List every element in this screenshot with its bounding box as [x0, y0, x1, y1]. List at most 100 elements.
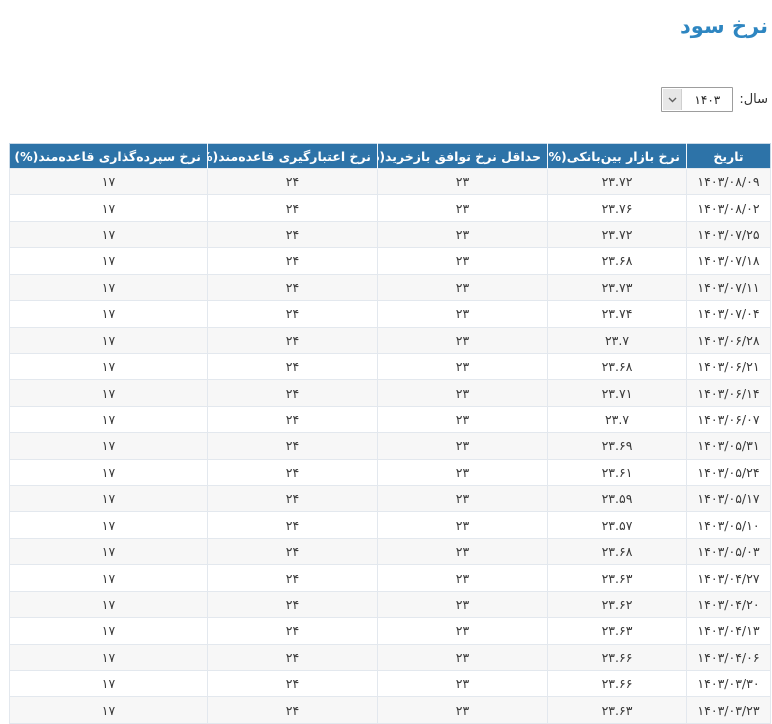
table-cell: ۲۴: [208, 195, 378, 221]
table-cell: ۱۴۰۳/۰۵/۲۴: [687, 459, 771, 485]
table-cell: ۲۳: [378, 433, 548, 459]
table-cell: ۲۳: [378, 274, 548, 300]
table-cell: ۲۴: [208, 671, 378, 697]
table-cell: ۱۴۰۳/۰۸/۰۲: [687, 195, 771, 221]
year-select-value: ۱۴۰۳: [694, 93, 720, 107]
table-row: ۱۴۰۳/۰۸/۰۲۲۳.۷۶۲۳۲۴۱۷: [10, 195, 771, 221]
table-cell: ۲۳: [378, 671, 548, 697]
table-cell: ۲۴: [208, 565, 378, 591]
table-row: ۱۴۰۳/۰۴/۱۳۲۳.۶۳۲۳۲۴۱۷: [10, 618, 771, 644]
table-row: ۱۴۰۳/۰۷/۰۴۲۳.۷۴۲۳۲۴۱۷: [10, 301, 771, 327]
table-cell: ۲۳: [378, 538, 548, 564]
table-cell: ۲۳.۶۶: [548, 671, 687, 697]
table-cell: ۲۳.۷۲: [548, 221, 687, 247]
table-row: ۱۴۰۳/۰۶/۰۷۲۳.۷۲۳۲۴۱۷: [10, 406, 771, 432]
table-cell: ۲۳: [378, 327, 548, 353]
page: { "header": { "title": "نرخ سود" }, "con…: [0, 0, 772, 723]
table-cell: ۱۷: [10, 591, 208, 617]
table-header: تاریخ نرخ بازار بین‌بانکی(%) حداقل نرخ ت…: [10, 144, 771, 169]
table-cell: ۲۳.۶۸: [548, 538, 687, 564]
table-cell: ۲۴: [208, 301, 378, 327]
table-cell: ۲۳: [378, 459, 548, 485]
table-cell: ۱۴۰۳/۰۵/۳۱: [687, 433, 771, 459]
table-cell: ۲۳: [378, 565, 548, 591]
table-cell: ۱۴۰۳/۰۶/۲۸: [687, 327, 771, 353]
table-row: ۱۴۰۳/۰۶/۲۱۲۳.۶۸۲۳۲۴۱۷: [10, 353, 771, 379]
column-header-regulated-deposit-rate: نرخ سپرده‌گذاری قاعده‌مند(%): [10, 144, 208, 169]
table-cell: ۲۳.۷۶: [548, 195, 687, 221]
table-cell: ۲۴: [208, 486, 378, 512]
page-title: نرخ سود: [680, 12, 768, 40]
table-cell: ۲۳.۶۲: [548, 591, 687, 617]
year-label: سال:: [739, 92, 768, 107]
table-row: ۱۴۰۳/۰۵/۲۴۲۳.۶۱۲۳۲۴۱۷: [10, 459, 771, 485]
table-cell: ۱۷: [10, 353, 208, 379]
chevron-down-icon[interactable]: [663, 89, 682, 110]
table-cell: ۱۴۰۳/۰۵/۱۷: [687, 486, 771, 512]
table-cell: ۱۴۰۳/۰۸/۰۹: [687, 169, 771, 195]
table-cell: ۲۳.۷۲: [548, 169, 687, 195]
table-cell: ۱۷: [10, 671, 208, 697]
table-cell: ۱۴۰۳/۰۷/۱۸: [687, 248, 771, 274]
table-cell: ۱۴۰۳/۰۵/۰۳: [687, 538, 771, 564]
table-cell: ۲۴: [208, 618, 378, 644]
rates-table-body: ۱۴۰۳/۰۸/۰۹۲۳.۷۲۲۳۲۴۱۷۱۴۰۳/۰۸/۰۲۲۳.۷۶۲۳۲۴…: [10, 169, 771, 724]
table-row: ۱۴۰۳/۰۴/۲۷۲۳.۶۳۲۳۲۴۱۷: [10, 565, 771, 591]
table-cell: ۲۳.۶۱: [548, 459, 687, 485]
table-cell: ۱۴۰۳/۰۷/۱۱: [687, 274, 771, 300]
table-cell: ۲۳.۶۸: [548, 353, 687, 379]
table-cell: ۲۳: [378, 618, 548, 644]
table-row: ۱۴۰۳/۰۳/۲۳۲۳.۶۳۲۳۲۴۱۷: [10, 697, 771, 723]
table-cell: ۲۴: [208, 538, 378, 564]
table-cell: ۲۳.۶۸: [548, 248, 687, 274]
table-cell: ۱۷: [10, 380, 208, 406]
table-cell: ۱۷: [10, 248, 208, 274]
table-cell: ۱۴۰۳/۰۵/۱۰: [687, 512, 771, 538]
table-cell: ۱۷: [10, 618, 208, 644]
table-cell: ۲۳.۶۳: [548, 618, 687, 644]
table-row: ۱۴۰۳/۰۴/۲۰۲۳.۶۲۲۳۲۴۱۷: [10, 591, 771, 617]
table-cell: ۲۴: [208, 406, 378, 432]
table-cell: ۱۴۰۳/۰۴/۰۶: [687, 644, 771, 670]
table-row: ۱۴۰۳/۰۵/۱۰۲۳.۵۷۲۳۲۴۱۷: [10, 512, 771, 538]
column-header-regulated-credit-rate: نرخ اعتبارگیری قاعده‌مند(%): [208, 144, 378, 169]
table-row: ۱۴۰۳/۰۴/۰۶۲۳.۶۶۲۳۲۴۱۷: [10, 644, 771, 670]
table-cell: ۱۴۰۳/۰۶/۲۱: [687, 353, 771, 379]
table-cell: ۱۴۰۳/۰۷/۲۵: [687, 221, 771, 247]
table-cell: ۲۳.۵۷: [548, 512, 687, 538]
table-cell: ۲۳.۶۳: [548, 565, 687, 591]
table-row: ۱۴۰۳/۰۷/۱۸۲۳.۶۸۲۳۲۴۱۷: [10, 248, 771, 274]
table-cell: ۱۷: [10, 195, 208, 221]
year-select[interactable]: ۱۴۰۳: [661, 87, 733, 112]
table-cell: ۲۳.۷: [548, 327, 687, 353]
table-cell: ۱۷: [10, 538, 208, 564]
table-cell: ۲۳: [378, 380, 548, 406]
interest-rates-table: تاریخ نرخ بازار بین‌بانکی(%) حداقل نرخ ت…: [9, 143, 771, 724]
table-cell: ۲۴: [208, 274, 378, 300]
table-cell: ۱۷: [10, 221, 208, 247]
table-row: ۱۴۰۳/۰۵/۳۱۲۳.۶۹۲۳۲۴۱۷: [10, 433, 771, 459]
table-cell: ۲۳: [378, 512, 548, 538]
table-cell: ۱۷: [10, 486, 208, 512]
table-cell: ۱۷: [10, 327, 208, 353]
table-cell: ۱۴۰۳/۰۴/۲۷: [687, 565, 771, 591]
table-row: ۱۴۰۳/۰۶/۱۴۲۳.۷۱۲۳۲۴۱۷: [10, 380, 771, 406]
table-cell: ۲۳: [378, 353, 548, 379]
table-cell: ۲۴: [208, 591, 378, 617]
year-control: سال: ۱۴۰۳: [661, 87, 768, 112]
table-cell: ۲۳: [378, 221, 548, 247]
table-cell: ۲۳: [378, 697, 548, 723]
table-cell: ۱۴۰۳/۰۴/۲۰: [687, 591, 771, 617]
column-header-interbank-rate: نرخ بازار بین‌بانکی(%): [548, 144, 687, 169]
table-cell: ۱۴۰۳/۰۶/۰۷: [687, 406, 771, 432]
table-cell: ۱۴۰۳/۰۳/۲۳: [687, 697, 771, 723]
table-cell: ۲۴: [208, 644, 378, 670]
table-cell: ۲۴: [208, 512, 378, 538]
table-cell: ۱۴۰۳/۰۶/۱۴: [687, 380, 771, 406]
rates-table: تاریخ نرخ بازار بین‌بانکی(%) حداقل نرخ ت…: [10, 143, 771, 724]
table-cell: ۲۳.۷۴: [548, 301, 687, 327]
table-cell: ۱۷: [10, 433, 208, 459]
table-cell: ۲۳: [378, 169, 548, 195]
table-cell: ۱۷: [10, 697, 208, 723]
table-cell: ۲۴: [208, 697, 378, 723]
